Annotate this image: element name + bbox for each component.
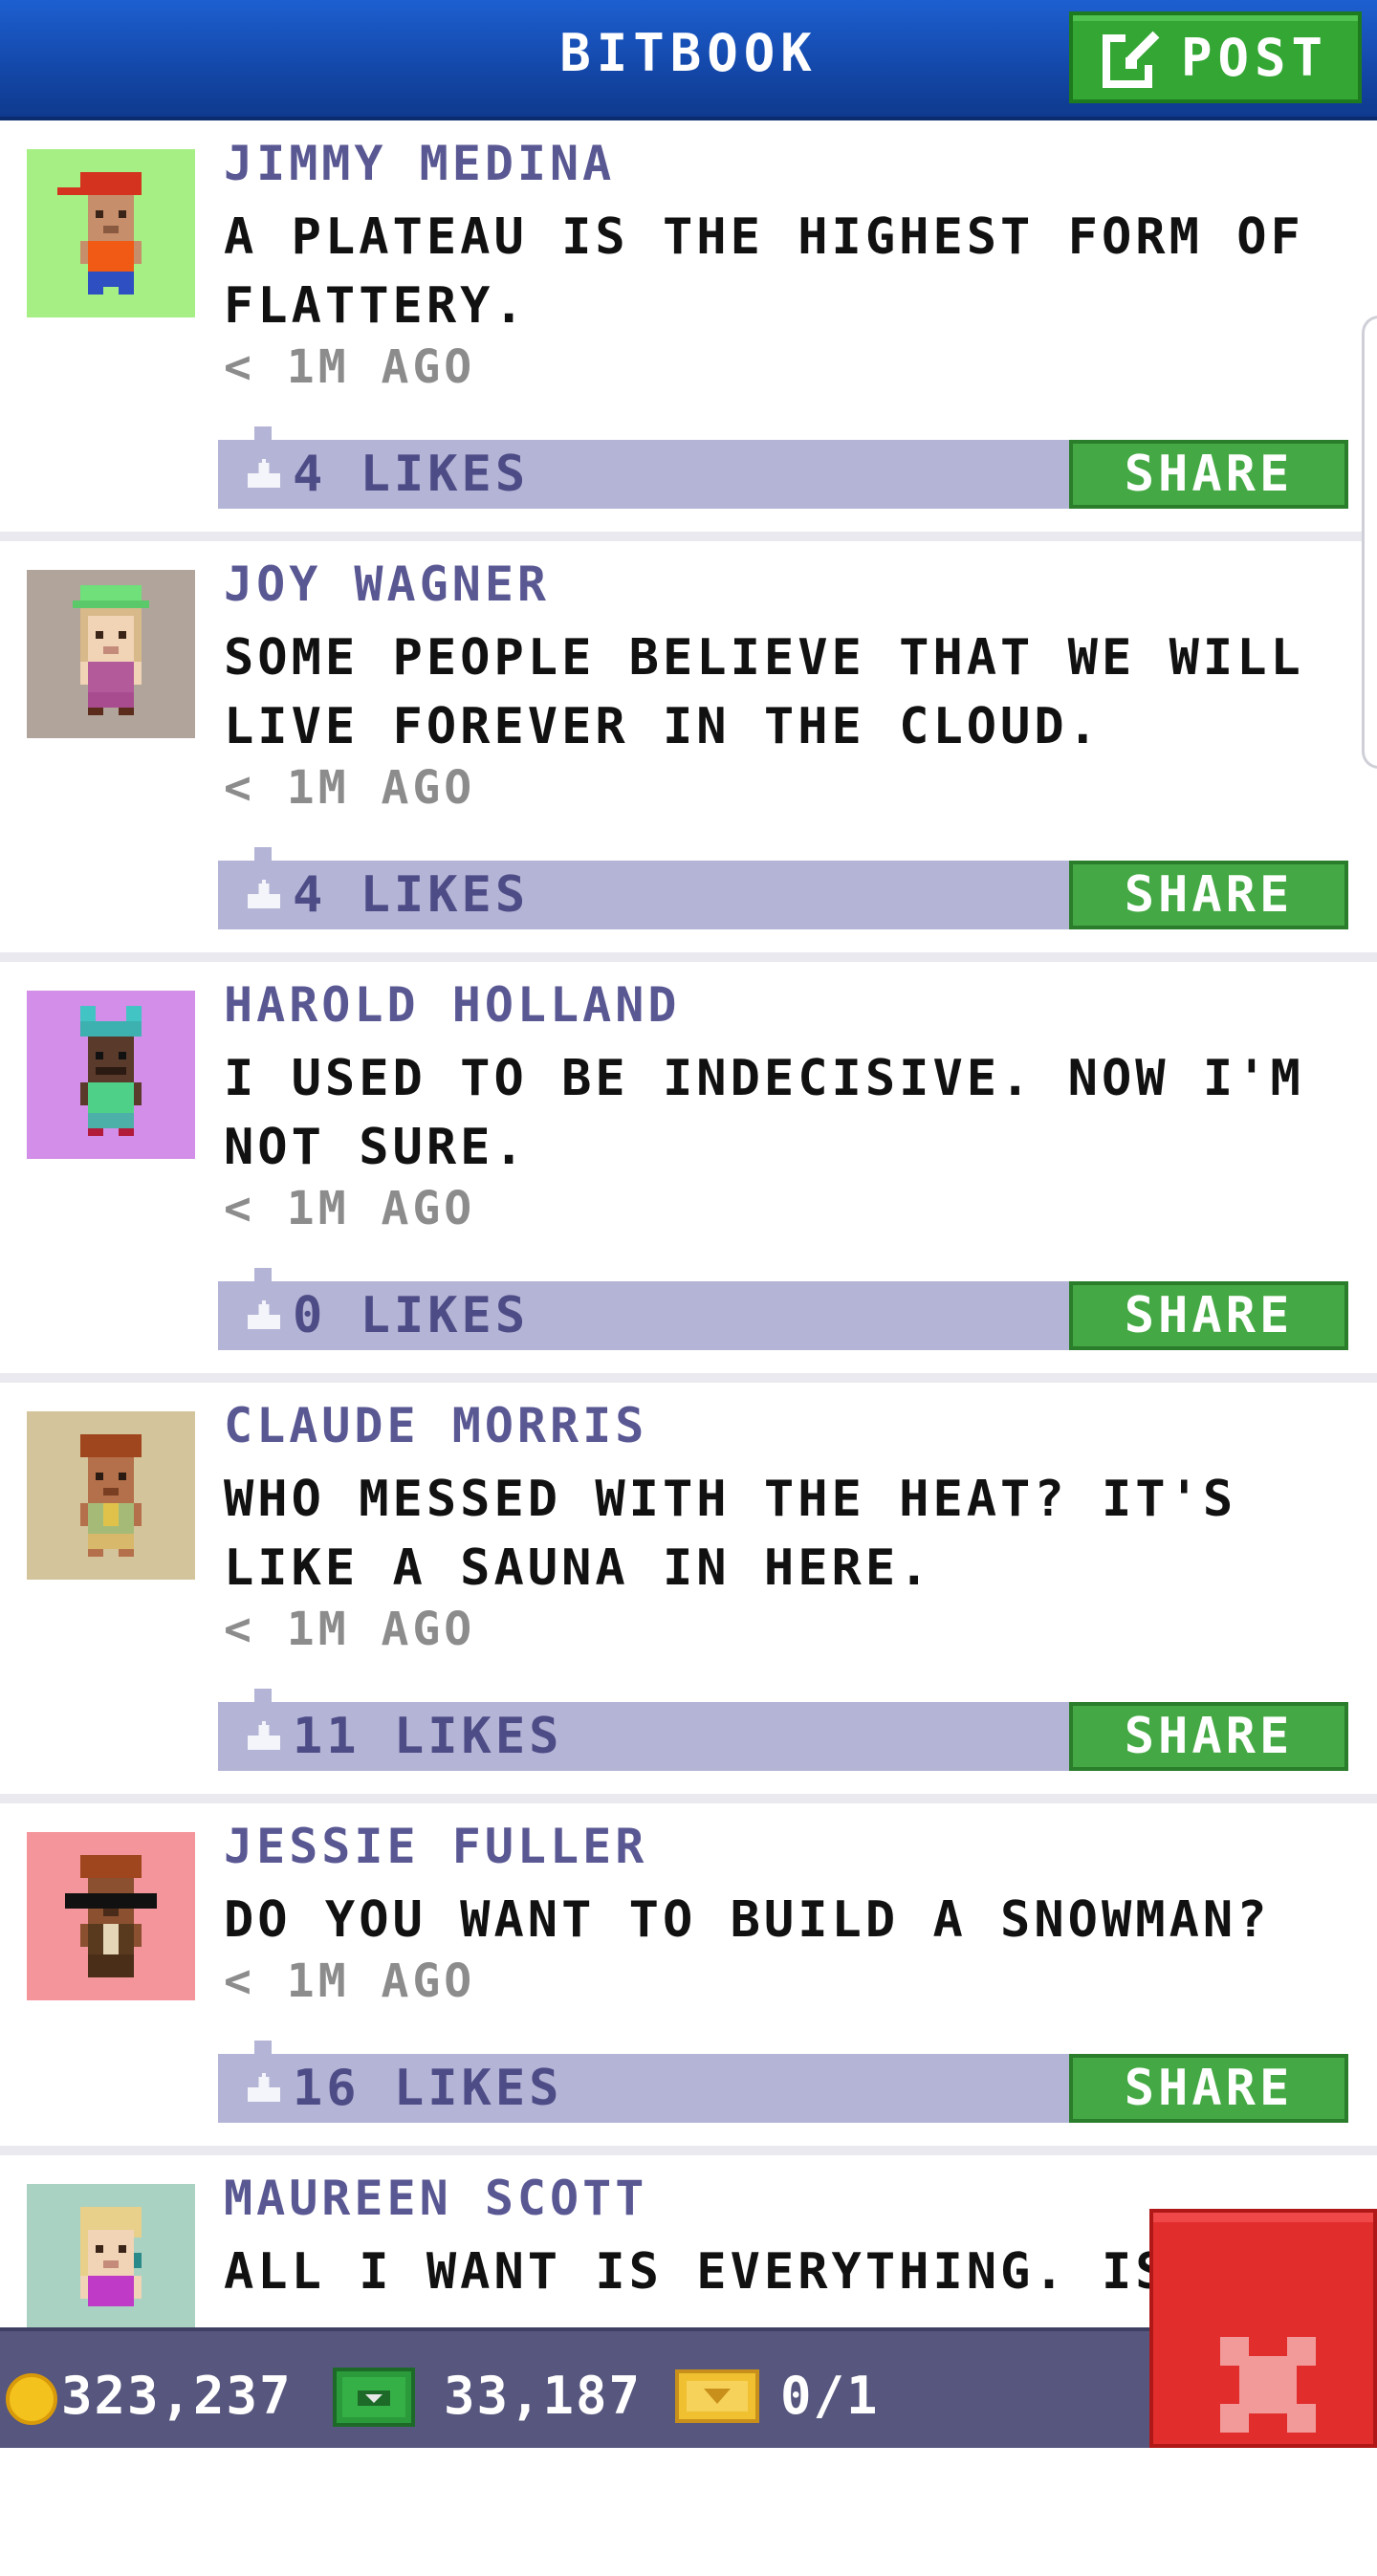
likes-bar: 16 LIKES SHARE <box>218 2041 1348 2123</box>
share-button[interactable]: SHARE <box>1069 2054 1348 2123</box>
share-button[interactable]: SHARE <box>1069 861 1348 929</box>
feed-post: JIMMY MEDINA A PLATEAU IS THE HIGHEST FO… <box>0 120 1377 541</box>
close-button[interactable] <box>1149 2209 1377 2448</box>
avatar[interactable] <box>27 570 195 738</box>
likes-bar: 11 LIKES SHARE <box>218 1689 1348 1771</box>
scroll-indicator[interactable] <box>1362 316 1377 769</box>
feed-list[interactable]: JIMMY MEDINA A PLATEAU IS THE HIGHEST FO… <box>0 120 1377 2576</box>
likes-bar: 0 LIKES SHARE <box>218 1268 1348 1350</box>
thumb-up-icon[interactable] <box>247 1721 281 1750</box>
pencil-icon <box>1102 27 1164 88</box>
post-author: MAUREEN SCOTT <box>224 2171 648 2226</box>
post-message: DO YOU WANT TO BUILD A SNOWMAN? <box>224 1891 1271 1949</box>
post-button[interactable]: POST <box>1069 11 1362 103</box>
post-author: JESSIE FULLER <box>224 1819 648 1874</box>
bux-icon <box>333 2368 415 2427</box>
post-message: SOME PEOPLE BELIEVE THAT WE WILL LIVE FO… <box>224 629 1304 755</box>
likes-bar: 4 LIKES SHARE <box>218 847 1348 929</box>
thumb-up-icon[interactable] <box>247 459 281 488</box>
likes-count: 11 LIKES <box>293 1708 563 1765</box>
bux-count: 33,187 <box>444 2366 643 2426</box>
feed-post: JOY WAGNER SOME PEOPLE BELIEVE THAT WE W… <box>0 541 1377 962</box>
avatar[interactable] <box>27 149 195 317</box>
tickets-count: 0/1 <box>780 2366 880 2426</box>
share-button[interactable]: SHARE <box>1069 1281 1348 1350</box>
post-time: < 1M AGO <box>224 761 476 815</box>
share-button[interactable]: SHARE <box>1069 1702 1348 1771</box>
thumb-up-icon[interactable] <box>247 2073 281 2102</box>
likes-count: 16 LIKES <box>293 2060 563 2117</box>
post-button-label: POST <box>1180 27 1329 88</box>
post-author: JIMMY MEDINA <box>224 136 616 191</box>
coin-icon <box>6 2373 57 2425</box>
share-button[interactable]: SHARE <box>1069 440 1348 509</box>
avatar[interactable] <box>27 1411 195 1580</box>
likes-count: 0 LIKES <box>293 1287 530 1344</box>
coins-count: 323,237 <box>61 2366 293 2426</box>
post-message: A PLATEAU IS THE HIGHEST FORM OF FLATTER… <box>224 208 1304 335</box>
post-time: < 1M AGO <box>224 340 476 394</box>
thumb-up-icon[interactable] <box>247 880 281 908</box>
post-message: I USED TO BE INDECISIVE. NOW I'M NOT SUR… <box>224 1050 1304 1176</box>
likes-count: 4 LIKES <box>293 866 530 924</box>
feed-post: JESSIE FULLER DO YOU WANT TO BUILD A SNO… <box>0 1803 1377 2155</box>
post-author: JOY WAGNER <box>224 557 551 612</box>
likes-bar: 4 LIKES SHARE <box>218 426 1348 509</box>
post-time: < 1M AGO <box>224 1182 476 1235</box>
feed-post: CLAUDE MORRIS WHO MESSED WITH THE HEAT? … <box>0 1383 1377 1803</box>
likes-count: 4 LIKES <box>293 446 530 503</box>
post-author: CLAUDE MORRIS <box>224 1398 648 1453</box>
post-time: < 1M AGO <box>224 1954 476 2008</box>
ticket-icon <box>675 2369 759 2423</box>
thumb-up-icon[interactable] <box>247 1300 281 1329</box>
close-icon <box>1220 2337 1316 2433</box>
post-time: < 1M AGO <box>224 1603 476 1656</box>
avatar[interactable] <box>27 991 195 1159</box>
post-message: WHO MESSED WITH THE HEAT? IT'S LIKE A SA… <box>224 1471 1237 1597</box>
feed-post: HAROLD HOLLAND I USED TO BE INDECISIVE. … <box>0 962 1377 1383</box>
post-author: HAROLD HOLLAND <box>224 977 681 1033</box>
avatar[interactable] <box>27 1832 195 2000</box>
top-bar: BITBOOK POST <box>0 0 1377 120</box>
